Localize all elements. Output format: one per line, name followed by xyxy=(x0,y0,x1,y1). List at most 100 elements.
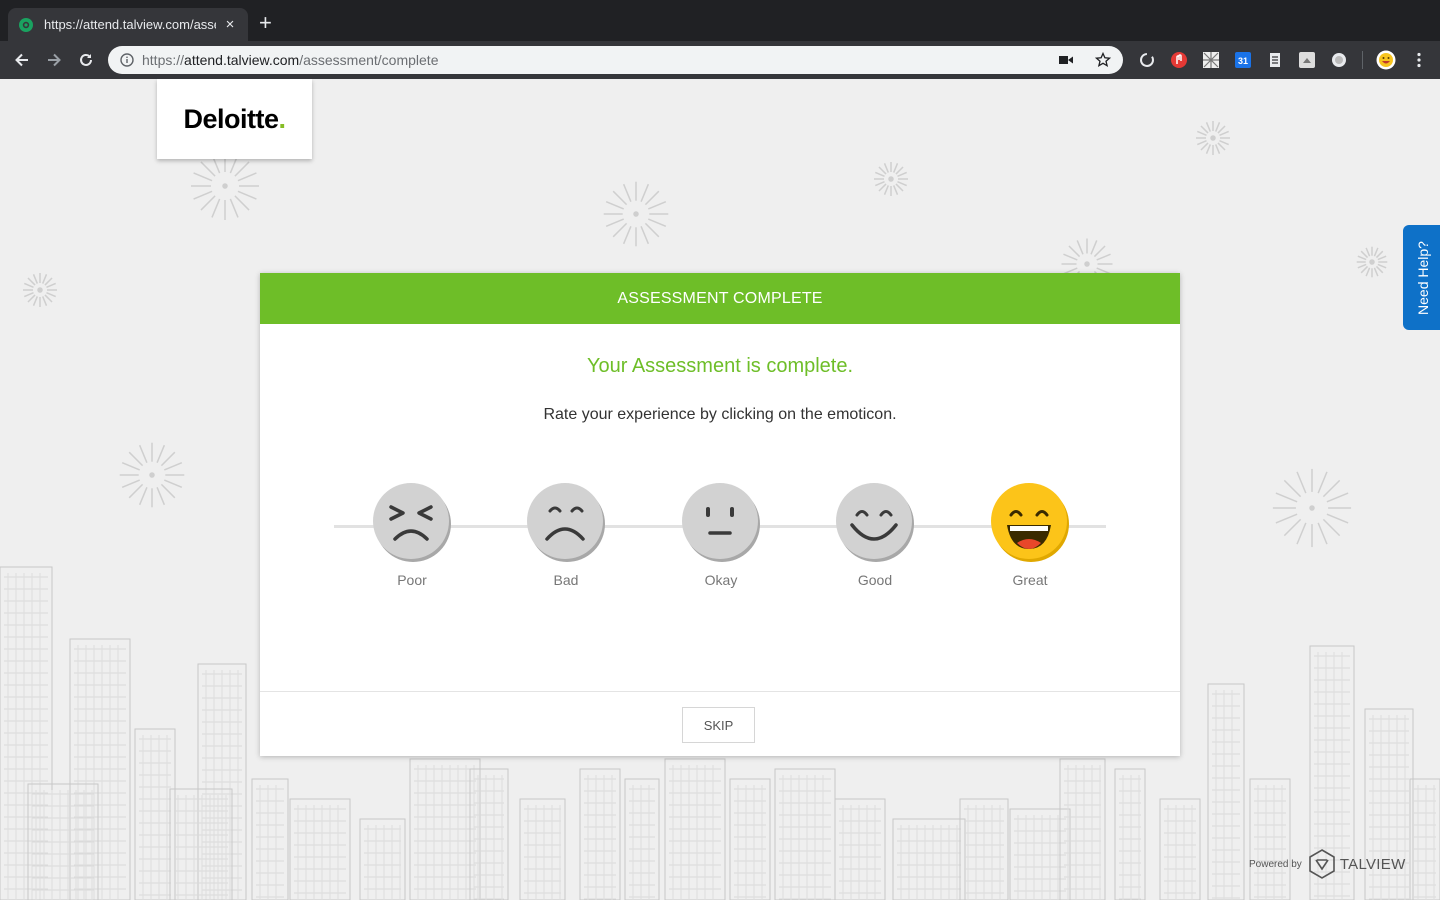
skyline-building xyxy=(579,768,621,900)
profile-avatar-icon[interactable] xyxy=(1376,50,1396,70)
rating-great[interactable]: Great xyxy=(989,483,1071,593)
firework-ray xyxy=(1375,265,1384,274)
firework-ray xyxy=(138,444,148,463)
browser-menu-icon[interactable] xyxy=(1410,51,1428,69)
screenshot-extension-icon[interactable] xyxy=(1298,51,1316,69)
firework-ray xyxy=(605,218,624,228)
firework-ray xyxy=(1360,265,1369,274)
firework-ray xyxy=(892,185,899,195)
firework-ray xyxy=(160,483,176,499)
firework-center xyxy=(149,472,155,478)
firework-ray xyxy=(1200,125,1209,134)
svg-text:31: 31 xyxy=(1238,56,1248,66)
firework-ray xyxy=(883,185,890,195)
firework-ray xyxy=(897,171,907,178)
firework-ray xyxy=(1219,139,1229,146)
deloitte-logo: Deloitte. xyxy=(157,79,312,159)
firework-ray xyxy=(895,166,904,175)
firework-ray xyxy=(875,171,885,178)
completion-message: Your Assessment is complete. xyxy=(586,355,854,377)
reload-icon[interactable] xyxy=(76,50,96,70)
camera-icon[interactable] xyxy=(1059,54,1073,66)
skyline-building xyxy=(1114,768,1146,900)
firework-center xyxy=(222,183,228,189)
powered-by-text: Powered by xyxy=(1249,858,1302,870)
firework-ray xyxy=(211,198,221,218)
firework-ray xyxy=(46,282,56,289)
firework-ray xyxy=(1317,522,1328,545)
firework-ray xyxy=(32,274,39,284)
firework-ray xyxy=(883,163,890,173)
grid-extension-icon[interactable] xyxy=(1202,51,1220,69)
firework-ray xyxy=(41,296,48,306)
toolbar-divider xyxy=(1362,51,1363,69)
firework-ray xyxy=(1373,247,1379,257)
firework-ray xyxy=(648,218,667,228)
adblock-extension-icon[interactable] xyxy=(1170,51,1188,69)
firework-ray xyxy=(1375,250,1384,259)
firework-ray xyxy=(644,190,660,206)
firework-ray xyxy=(1357,255,1367,261)
need-help-button[interactable]: Need Help? xyxy=(1403,225,1440,330)
forward-icon[interactable] xyxy=(44,50,64,70)
firework-ray xyxy=(237,172,257,182)
firework-ray xyxy=(27,277,36,286)
address-bar[interactable]: https://attend.talview.com/assessment/co… xyxy=(108,46,1123,74)
firework-ray xyxy=(24,282,34,289)
firework-ray xyxy=(1377,263,1387,269)
skyline-building xyxy=(1409,778,1440,900)
tab-title: https://attend.talview.com/assessment/co… xyxy=(44,17,216,32)
firework-ray xyxy=(1076,240,1084,255)
rating-bad[interactable]: Bad xyxy=(525,483,607,593)
firework-ray xyxy=(622,183,632,202)
skip-button[interactable]: SKIP xyxy=(682,707,755,743)
firework-center xyxy=(1084,261,1090,267)
url-path: /assessment/complete xyxy=(299,52,439,68)
firework-center xyxy=(633,211,639,217)
firework-ray xyxy=(1093,245,1106,258)
firework-ray xyxy=(622,226,632,245)
firework-ray xyxy=(237,190,257,200)
firework-ray xyxy=(1063,253,1078,261)
sync-extension-icon[interactable] xyxy=(1138,51,1156,69)
bookmark-star-icon[interactable] xyxy=(1095,52,1111,68)
skyline-building xyxy=(134,728,176,900)
firework-center xyxy=(1210,135,1216,141)
firework-ray xyxy=(1326,492,1349,503)
firework-ray xyxy=(27,294,36,303)
firework-ray xyxy=(229,198,239,218)
card-header: ASSESSMENT COMPLETE xyxy=(260,273,1180,324)
back-icon[interactable] xyxy=(12,50,32,70)
logo-text: Deloitte. xyxy=(183,104,286,135)
new-tab-button[interactable]: + xyxy=(259,12,272,34)
rating-label: Great xyxy=(1012,572,1048,588)
notes-extension-icon[interactable] xyxy=(1266,51,1284,69)
firework-ray xyxy=(160,451,176,467)
firework-ray xyxy=(1090,240,1098,255)
experience-rating: Poor Bad Okay Good Great xyxy=(334,483,1106,593)
rating-poor[interactable]: Poor xyxy=(371,483,453,593)
talview-brand-text: TALVIEW xyxy=(1339,855,1406,873)
info-icon[interactable] xyxy=(120,53,134,67)
calendar-extension-icon[interactable]: 31 xyxy=(1234,51,1252,69)
firework-ray xyxy=(612,222,628,238)
url-prefix: https:// xyxy=(142,52,185,68)
browser-tab[interactable]: https://attend.talview.com/assessment/co… xyxy=(8,8,248,41)
firework-center xyxy=(37,287,43,293)
firework-ray xyxy=(1197,130,1207,137)
close-tab-icon[interactable]: × xyxy=(222,16,238,33)
firework-ray xyxy=(1326,513,1349,524)
firework-ray xyxy=(1360,250,1369,259)
firework-ray xyxy=(895,183,904,192)
circle-extension-icon[interactable] xyxy=(1330,51,1348,69)
skyline-building xyxy=(359,818,406,900)
card-header-title: ASSESSMENT COMPLETE xyxy=(617,289,823,307)
rating-label: Poor xyxy=(397,572,427,588)
firework-ray xyxy=(875,180,885,187)
firework-ray xyxy=(640,183,650,202)
rating-okay[interactable]: Okay xyxy=(680,483,762,593)
rating-instruction: Rate your experience by clicking on the … xyxy=(543,406,897,423)
rating-good[interactable]: Good xyxy=(834,483,916,593)
rating-label: Good xyxy=(857,572,893,588)
firework-ray xyxy=(1377,255,1387,261)
